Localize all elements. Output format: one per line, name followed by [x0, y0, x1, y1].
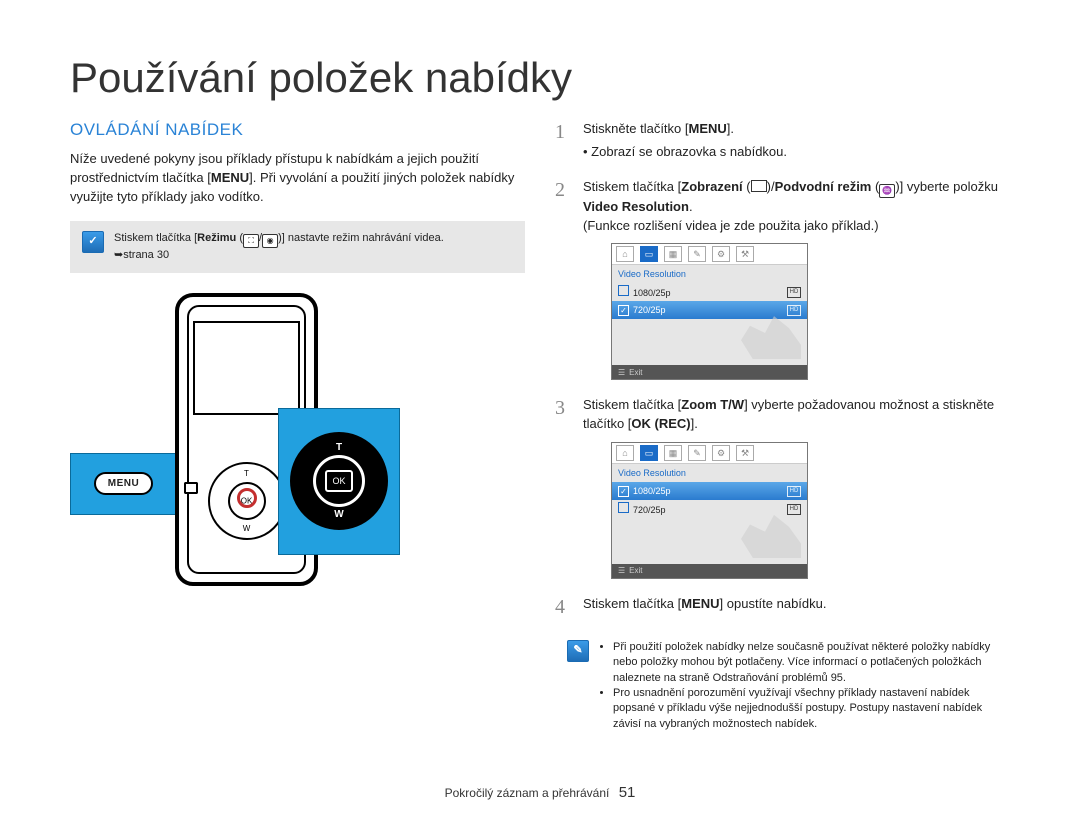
step-1: 1 Stiskněte tlačítko [MENU]. • Zobrazí s…: [555, 120, 1010, 162]
lcd-tab-icon: ✎: [688, 246, 706, 262]
step-4: 4 Stiskem tlačítka [MENU] opustíte nabíd…: [555, 595, 1010, 614]
menu-icon: ☰: [618, 565, 625, 577]
left-side-button: [184, 482, 198, 494]
menu-button-label: MENU: [94, 472, 153, 495]
steps-list: 1 Stiskněte tlačítko [MENU]. • Zobrazí s…: [555, 120, 1010, 614]
zoom-label-t: T: [336, 442, 342, 453]
lcd-option-row-selected: ✓1080/25p HD: [612, 482, 807, 500]
lcd-tab-icon: ▦: [664, 246, 682, 262]
step-2: 2 Stiskem tlačítka [Zobrazení ()/Podvodn…: [555, 178, 1010, 381]
lcd-menu-title: Video Resolution: [612, 464, 807, 482]
lcd-tab-icon: ✎: [688, 445, 706, 461]
tip-text: Stiskem tlačítka [Režimu (⛶/◉)] nastavte…: [114, 231, 444, 263]
footer-section-label: Pokročilý záznam a přehrávání: [445, 786, 610, 800]
lcd-tab-video-icon: ▭: [640, 445, 658, 461]
check-icon: [618, 285, 629, 296]
lcd-tab-icon: ⌂: [616, 445, 634, 461]
zoom-wheel: T W OK: [290, 432, 388, 530]
menu-icon: ☰: [618, 367, 625, 379]
section-heading: OVLÁDÁNÍ NABÍDEK: [70, 120, 525, 140]
lcd-tab-icon: ⚒: [736, 445, 754, 461]
footer-page-number: 51: [619, 784, 636, 801]
nav-label-t: T: [244, 469, 249, 478]
intro-paragraph: Níže uvedené pokyny jsou příklady přístu…: [70, 150, 525, 207]
device-illustration: MENU T W OK: [70, 293, 400, 603]
lcd-exit-bar: ☰Exit: [612, 564, 807, 578]
camera-screen: [193, 321, 300, 415]
tip-page-ref: strana 30: [123, 249, 169, 261]
zoom-label-w: W: [334, 509, 343, 520]
lcd-option-row-selected: ✓720/25p HD: [612, 301, 807, 319]
tip-box-notes: ✎ Při použití položek nabídky nelze souč…: [555, 630, 1010, 742]
check-icon: ✓: [618, 486, 629, 497]
menu-button-callout: MENU: [70, 453, 177, 515]
intro-menu-bold: MENU: [211, 170, 249, 185]
left-column: OVLÁDÁNÍ NABÍDEK Níže uvedené pokyny jso…: [70, 120, 525, 756]
video-mode-icon: ⛶: [243, 234, 259, 248]
step2-note: (Funkce rozlišení videa je zde použita j…: [583, 218, 879, 233]
underwater-icon: ♒: [879, 184, 895, 198]
step-number: 4: [555, 593, 565, 622]
resolution-icon: HD: [787, 486, 801, 497]
zoom-wheel-callout: T W OK: [278, 408, 400, 555]
check-icon: ✓: [82, 231, 104, 253]
tip-box-mode: ✓ Stiskem tlačítka [Režimu (⛶/◉)] nastav…: [70, 221, 525, 273]
tip-note-list: Při použití položek nabídky nelze součas…: [599, 640, 998, 732]
lcd-tab-icon: ▦: [664, 445, 682, 461]
step-number: 3: [555, 394, 565, 423]
lcd-screenshot-1: ⌂ ▭ ▦ ✎ ⚙ ⚒ Video Resolution 1080/25p HD: [611, 243, 808, 380]
tip-note-item: Při použití položek nabídky nelze součas…: [613, 640, 998, 686]
lcd-exit-bar: ☰Exit: [612, 365, 807, 379]
lcd-tab-icon: ⚙: [712, 445, 730, 461]
lcd-tab-bar: ⌂ ▭ ▦ ✎ ⚙ ⚒: [612, 443, 807, 464]
ok-highlight-ring: [237, 488, 257, 508]
check-icon: ✓: [618, 305, 629, 316]
check-icon: [618, 502, 629, 513]
page-footer: Pokročilý záznam a přehrávání 51: [0, 784, 1080, 801]
lcd-tab-icon: ⚒: [736, 246, 754, 262]
resolution-icon: HD: [787, 287, 801, 298]
right-column: 1 Stiskněte tlačítko [MENU]. • Zobrazí s…: [555, 120, 1010, 756]
photo-mode-icon: ◉: [262, 234, 278, 248]
lcd-menu-title: Video Resolution: [612, 265, 807, 283]
step-number: 2: [555, 176, 565, 205]
tip-note-item: Pro usnadnění porozumění využívají všech…: [613, 686, 998, 732]
lcd-screenshot-2: ⌂ ▭ ▦ ✎ ⚙ ⚒ Video Resolution ✓1080/25p H…: [611, 442, 808, 579]
lcd-tab-bar: ⌂ ▭ ▦ ✎ ⚙ ⚒: [612, 244, 807, 265]
lcd-tab-video-icon: ▭: [640, 246, 658, 262]
two-column-layout: OVLÁDÁNÍ NABÍDEK Níže uvedené pokyny jso…: [70, 120, 1010, 756]
step1-bullet: Zobrazí se obrazovka s nabídkou.: [591, 144, 787, 159]
lcd-tab-icon: ⚙: [712, 246, 730, 262]
resolution-icon: HD: [787, 504, 801, 515]
lcd-option-row: 1080/25p HD: [612, 283, 807, 301]
page-title: Používání položek nabídky: [70, 54, 1010, 102]
step-3: 3 Stiskem tlačítka [Zoom T/W] vyberte po…: [555, 396, 1010, 579]
lcd-option-row: 720/25p HD: [612, 500, 807, 518]
display-icon: [751, 180, 767, 192]
note-icon: ✎: [567, 640, 589, 662]
resolution-icon: HD: [787, 305, 801, 316]
nav-label-w: W: [243, 524, 251, 533]
zoom-ok-button: OK: [325, 470, 353, 492]
manual-page: Používání položek nabídky OVLÁDÁNÍ NABÍD…: [0, 0, 1080, 825]
lcd-tab-icon: ⌂: [616, 246, 634, 262]
step-number: 1: [555, 118, 565, 147]
